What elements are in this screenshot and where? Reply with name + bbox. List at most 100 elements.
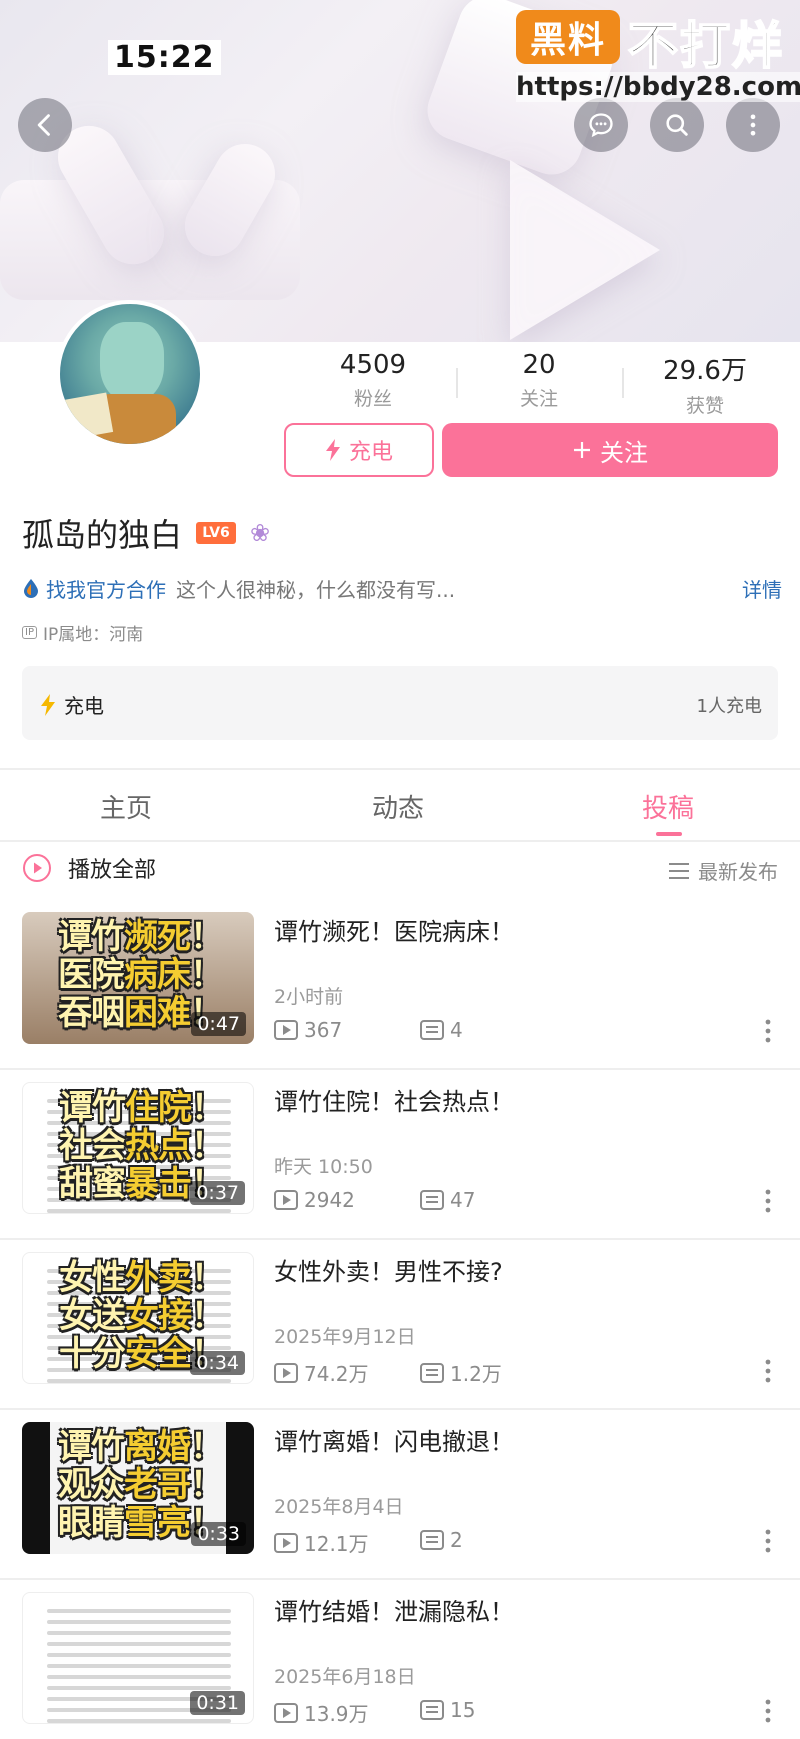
level-badge: LV6 (196, 522, 237, 544)
watermark-url: https://bbdy28.com (516, 72, 800, 102)
video-item[interactable]: 谭竹濒死！ 医院病床！ 吞咽困难！ 0:47 谭竹濒死！医院病床！ 2小时前 3… (0, 900, 800, 1070)
username-row: 孤岛的独白 LV6 ❀ (22, 510, 270, 556)
lightning-icon (41, 693, 55, 716)
chevron-left-icon (37, 114, 50, 136)
video-date: 2025年9月12日 (274, 1326, 416, 1348)
bio-row: 找我官方合作 这个人很神秘，什么都没有写... 详情 (22, 572, 782, 604)
play-count-icon (274, 1020, 298, 1040)
follow-button-label: 关注 (600, 438, 648, 467)
stat-likes[interactable]: 29.6万 获赞 (622, 350, 788, 417)
video-duration: 0:31 (190, 1691, 245, 1715)
charge-card-label: 充电 (64, 694, 104, 718)
play-count-icon (274, 1362, 298, 1383)
video-comments: 1.2万 (420, 1358, 502, 1387)
video-plays: 367 (274, 1018, 342, 1042)
play-count-icon (274, 1190, 298, 1210)
comment-count-icon (420, 1190, 444, 1210)
stat-following[interactable]: 20 关注 (456, 350, 622, 416)
more-vertical-icon[interactable] (758, 1186, 778, 1216)
status-time: 15:22 (108, 40, 221, 75)
stat-label: 获赞 (685, 395, 724, 417)
video-date: 2小时前 (274, 986, 344, 1008)
play-all-button[interactable]: 播放全部 (22, 852, 156, 884)
cooperation-link[interactable]: 找我官方合作 (22, 574, 166, 603)
video-date: 2025年8月4日 (274, 1496, 404, 1518)
tab-uploads[interactable]: 投稿 (642, 788, 694, 825)
charge-button[interactable]: 充电 (284, 423, 434, 477)
tab-dynamic[interactable]: 动态 (372, 788, 424, 825)
sort-button[interactable]: 最新发布 (668, 856, 778, 885)
avatar-figure-paper (62, 392, 114, 440)
search-icon (666, 114, 688, 136)
video-plays: 13.9万 (274, 1698, 369, 1727)
video-duration: 0:33 (191, 1522, 246, 1546)
ip-location-text: IP属地：河南 (42, 625, 144, 645)
video-item[interactable]: 谭竹住院！ 社会热点！ 甜蜜暴击！ 0:37 谭竹住院！社会热点！ 昨天 10:… (0, 1070, 800, 1240)
video-date: 2025年6月18日 (274, 1666, 416, 1688)
video-comments: 4 (420, 1018, 463, 1042)
search-button[interactable] (650, 98, 704, 152)
sort-label: 最新发布 (698, 860, 778, 884)
lightning-icon (325, 439, 340, 461)
video-comments: 15 (420, 1698, 475, 1722)
video-item[interactable]: 女性外卖！ 女送女接！ 十分安全！ 0:34 女性外卖！男性不接? 2025年9… (0, 1240, 800, 1410)
video-item[interactable]: 谭竹离婚！ 观众老哥！ 眼睛雪亮！ 0:33 谭竹离婚！闪电撤退！ 2025年8… (0, 1410, 800, 1580)
profile-tabs: 主页 动态 投稿 (0, 770, 800, 842)
charge-card-label-row: 充电 (40, 690, 104, 719)
profile-stats: 4509 粉丝 20 关注 29.6万 获赞 (290, 350, 790, 417)
video-duration: 0:34 (190, 1351, 245, 1375)
follow-button[interactable]: 关注 (442, 423, 778, 477)
video-title[interactable]: 谭竹住院！社会热点！ (274, 1082, 514, 1117)
video-thumbnail[interactable]: 谭竹住院！ 社会热点！ 甜蜜暴击！ 0:37 (22, 1082, 254, 1214)
banner-decoration (510, 160, 660, 340)
charge-count: 1人充电 (696, 696, 762, 717)
message-icon (589, 113, 613, 138)
video-thumbnail[interactable]: 谭竹离婚！ 观众老哥！ 眼睛雪亮！ 0:33 (22, 1422, 254, 1554)
video-thumbnail[interactable]: 谭竹濒死！ 医院病床！ 吞咽困难！ 0:47 (22, 912, 254, 1044)
play-count-icon (274, 1702, 298, 1723)
video-duration: 0:37 (190, 1181, 245, 1205)
video-list: 谭竹濒死！ 医院病床！ 吞咽困难！ 0:47 谭竹濒死！医院病床！ 2小时前 3… (0, 900, 800, 1739)
stat-followers[interactable]: 4509 粉丝 (290, 350, 456, 416)
more-vertical-icon[interactable] (758, 1016, 778, 1046)
watermark: 黑料 不打烊 https://bbdy28.com (516, 6, 800, 102)
play-all-label: 播放全部 (68, 858, 157, 883)
video-title[interactable]: 谭竹离婚！闪电撤退！ (274, 1422, 514, 1457)
more-vertical-icon (750, 114, 756, 136)
stat-value: 4509 (339, 350, 407, 380)
avatar[interactable] (56, 300, 204, 448)
tab-home[interactable]: 主页 (100, 788, 152, 825)
list-icon (669, 862, 689, 879)
charge-button-label: 充电 (348, 440, 393, 465)
stat-value: 20 (522, 350, 556, 380)
more-vertical-icon[interactable] (758, 1526, 778, 1556)
more-button[interactable] (726, 98, 780, 152)
video-title[interactable]: 女性外卖！男性不接? (274, 1252, 503, 1287)
video-thumbnail[interactable]: 女性外卖！ 女送女接！ 十分安全！ 0:34 (22, 1252, 254, 1384)
stat-value: 29.6万 (663, 356, 747, 386)
message-button[interactable] (574, 98, 628, 152)
video-title[interactable]: 谭竹濒死！医院病床！ (274, 912, 514, 947)
stat-label: 粉丝 (353, 388, 392, 410)
more-vertical-icon[interactable] (758, 1356, 778, 1386)
comment-count-icon (420, 1362, 444, 1383)
plus-icon (574, 442, 590, 458)
video-title[interactable]: 谭竹结婚！泄漏隐私！ (274, 1592, 514, 1627)
video-plays: 74.2万 (274, 1358, 369, 1387)
comment-count-icon (420, 1530, 444, 1550)
drop-logo-icon (24, 579, 38, 598)
charge-card[interactable]: 充电 1人充电 (22, 666, 778, 740)
video-thumbnail[interactable]: 0:31 (22, 1592, 254, 1724)
back-button[interactable] (18, 98, 72, 152)
watermark-logo: 黑料 (516, 10, 620, 64)
details-link[interactable]: 详情 (742, 574, 782, 603)
video-item[interactable]: 0:31 谭竹结婚！泄漏隐私！ 2025年6月18日 13.9万 15 (0, 1580, 800, 1739)
watermark-title: 不打烊 (627, 16, 784, 76)
stat-label: 关注 (519, 388, 558, 410)
comment-count-icon (420, 1700, 444, 1720)
video-comments: 2 (420, 1528, 463, 1552)
video-comments: 47 (420, 1188, 475, 1212)
more-vertical-icon[interactable] (758, 1696, 778, 1726)
video-date: 昨天 10:50 (274, 1156, 373, 1178)
video-plays: 12.1万 (274, 1528, 369, 1557)
